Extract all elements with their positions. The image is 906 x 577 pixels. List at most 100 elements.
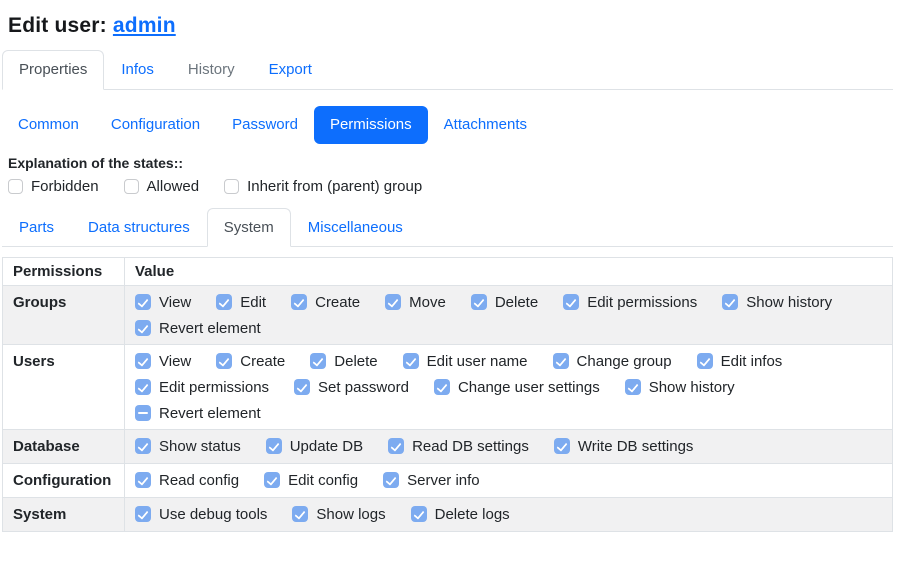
checkbox-checked-icon xyxy=(216,294,232,310)
column-header-value: Value xyxy=(125,258,893,286)
permission-category-label: Groups xyxy=(3,286,125,345)
subtab-configuration[interactable]: Configuration xyxy=(95,106,216,144)
innertab-data-structures[interactable]: Data structures xyxy=(71,208,207,248)
permission-users-revert-element[interactable]: Revert element xyxy=(135,405,261,422)
permission-category-label: System xyxy=(3,498,125,532)
table-row-groups: Groups View Edit Create Move Delete Edit permi… xyxy=(3,286,893,345)
state-legend-forbidden[interactable]: Forbidden xyxy=(8,178,99,195)
checkbox-checked-icon xyxy=(291,294,307,310)
innertab-item: Data structures xyxy=(71,208,207,247)
permission-groups-show-history[interactable]: Show history xyxy=(722,294,832,311)
permission-groups-delete[interactable]: Delete xyxy=(471,294,538,311)
checkbox-label: Edit xyxy=(240,294,266,311)
tab-infos[interactable]: Infos xyxy=(104,50,171,90)
permission-database-update-db[interactable]: Update DB xyxy=(266,438,363,455)
tab-export[interactable]: Export xyxy=(252,50,329,90)
checkbox-indeterminate-icon xyxy=(135,405,151,421)
permission-system-delete-logs[interactable]: Delete logs xyxy=(411,506,510,523)
checkbox-label: View xyxy=(159,353,191,370)
tab-history[interactable]: History xyxy=(171,50,252,90)
checkbox-label: Forbidden xyxy=(31,178,99,195)
subtab-password[interactable]: Password xyxy=(216,106,314,144)
checkbox-checked-icon xyxy=(135,320,151,336)
checkbox-checked-icon xyxy=(722,294,738,310)
permission-users-change-user-settings[interactable]: Change user settings xyxy=(434,379,600,396)
permission-users-set-password[interactable]: Set password xyxy=(294,379,409,396)
checkbox-checked-icon xyxy=(135,353,151,369)
permission-system-show-logs[interactable]: Show logs xyxy=(292,506,385,523)
permission-users-edit-permissions[interactable]: Edit permissions xyxy=(135,379,269,396)
checkbox-checked-icon xyxy=(135,472,151,488)
checkbox-checked-icon xyxy=(411,506,427,522)
checkbox-line: Use debug tools Show logs Delete logs xyxy=(135,501,882,527)
checkbox-label: Create xyxy=(315,294,360,311)
checkbox-label: View xyxy=(159,294,191,311)
permission-groups-create[interactable]: Create xyxy=(291,294,360,311)
checkbox-checked-icon xyxy=(471,294,487,310)
checkbox-label: Edit config xyxy=(288,472,358,489)
permission-users-edit-infos[interactable]: Edit infos xyxy=(697,353,783,370)
checkbox-label: Show history xyxy=(649,379,735,396)
permission-category-label: Configuration xyxy=(3,464,125,498)
checkbox-unchecked-icon xyxy=(124,179,139,194)
checkbox-checked-icon xyxy=(554,438,570,454)
checkbox-label: Use debug tools xyxy=(159,506,267,523)
permission-values-cell: Show status Update DB Read DB settings Writ… xyxy=(125,430,893,464)
state-legend-inherit-from-parent-group[interactable]: Inherit from (parent) group xyxy=(224,178,422,195)
permission-users-create[interactable]: Create xyxy=(216,353,285,370)
permission-users-edit-user-name[interactable]: Edit user name xyxy=(403,353,528,370)
permission-users-change-group[interactable]: Change group xyxy=(553,353,672,370)
permission-configuration-edit-config[interactable]: Edit config xyxy=(264,472,358,489)
subtab-item: Common xyxy=(2,106,95,144)
checkbox-unchecked-icon xyxy=(8,179,23,194)
states-explanation: Explanation of the states:: Forbidden All… xyxy=(8,155,893,195)
table-row-configuration: Configuration Read config Edit config Serve… xyxy=(3,464,893,498)
checkbox-checked-icon xyxy=(553,353,569,369)
permission-category-tabs: PartsData structuresSystemMiscellaneous xyxy=(2,208,893,248)
permission-groups-view[interactable]: View xyxy=(135,294,191,311)
permission-configuration-server-info[interactable]: Server info xyxy=(383,472,480,489)
states-explanation-heading: Explanation of the states:: xyxy=(8,155,893,171)
checkbox-label: Edit user name xyxy=(427,353,528,370)
innertab-miscellaneous[interactable]: Miscellaneous xyxy=(291,208,420,248)
subtab-attachments[interactable]: Attachments xyxy=(428,106,543,144)
checkbox-checked-icon xyxy=(264,472,280,488)
permission-users-delete[interactable]: Delete xyxy=(310,353,377,370)
subtab-common[interactable]: Common xyxy=(2,106,95,144)
column-header-permissions: Permissions xyxy=(3,258,125,286)
subtab-item: Password xyxy=(216,106,314,144)
innertab-system[interactable]: System xyxy=(207,208,291,248)
permission-groups-move[interactable]: Move xyxy=(385,294,446,311)
main-tabs: PropertiesInfosHistoryExport xyxy=(2,50,893,90)
checkbox-label: Show status xyxy=(159,438,241,455)
checkbox-label: Edit permissions xyxy=(587,294,697,311)
checkbox-line: View Create Delete Edit user name Change gro… xyxy=(135,348,882,374)
permission-database-write-db-settings[interactable]: Write DB settings xyxy=(554,438,694,455)
table-row-system: System Use debug tools Show logs Delete log… xyxy=(3,498,893,532)
checkbox-label: Set password xyxy=(318,379,409,396)
state-legend-allowed[interactable]: Allowed xyxy=(124,178,200,195)
permission-system-use-debug-tools[interactable]: Use debug tools xyxy=(135,506,267,523)
permission-database-show-status[interactable]: Show status xyxy=(135,438,241,455)
subtab-permissions[interactable]: Permissions xyxy=(314,106,428,144)
checkbox-checked-icon xyxy=(434,379,450,395)
username-link[interactable]: admin xyxy=(113,14,176,37)
checkbox-checked-icon xyxy=(403,353,419,369)
permission-groups-revert-element[interactable]: Revert element xyxy=(135,320,261,337)
innertab-parts[interactable]: Parts xyxy=(2,208,71,248)
permission-users-view[interactable]: View xyxy=(135,353,191,370)
permission-values-cell: Read config Edit config Server info xyxy=(125,464,893,498)
checkbox-checked-icon xyxy=(385,294,401,310)
permission-groups-edit-permissions[interactable]: Edit permissions xyxy=(563,294,697,311)
checkbox-label: Move xyxy=(409,294,446,311)
checkbox-line: Show status Update DB Read DB settings Writ… xyxy=(135,433,882,459)
checkbox-label: Show history xyxy=(746,294,832,311)
checkbox-checked-icon xyxy=(383,472,399,488)
subtab-item: Configuration xyxy=(95,106,216,144)
permission-users-show-history[interactable]: Show history xyxy=(625,379,735,396)
checkbox-label: Delete xyxy=(334,353,377,370)
permission-configuration-read-config[interactable]: Read config xyxy=(135,472,239,489)
permission-groups-edit[interactable]: Edit xyxy=(216,294,266,311)
permission-database-read-db-settings[interactable]: Read DB settings xyxy=(388,438,529,455)
tab-properties[interactable]: Properties xyxy=(2,50,104,90)
